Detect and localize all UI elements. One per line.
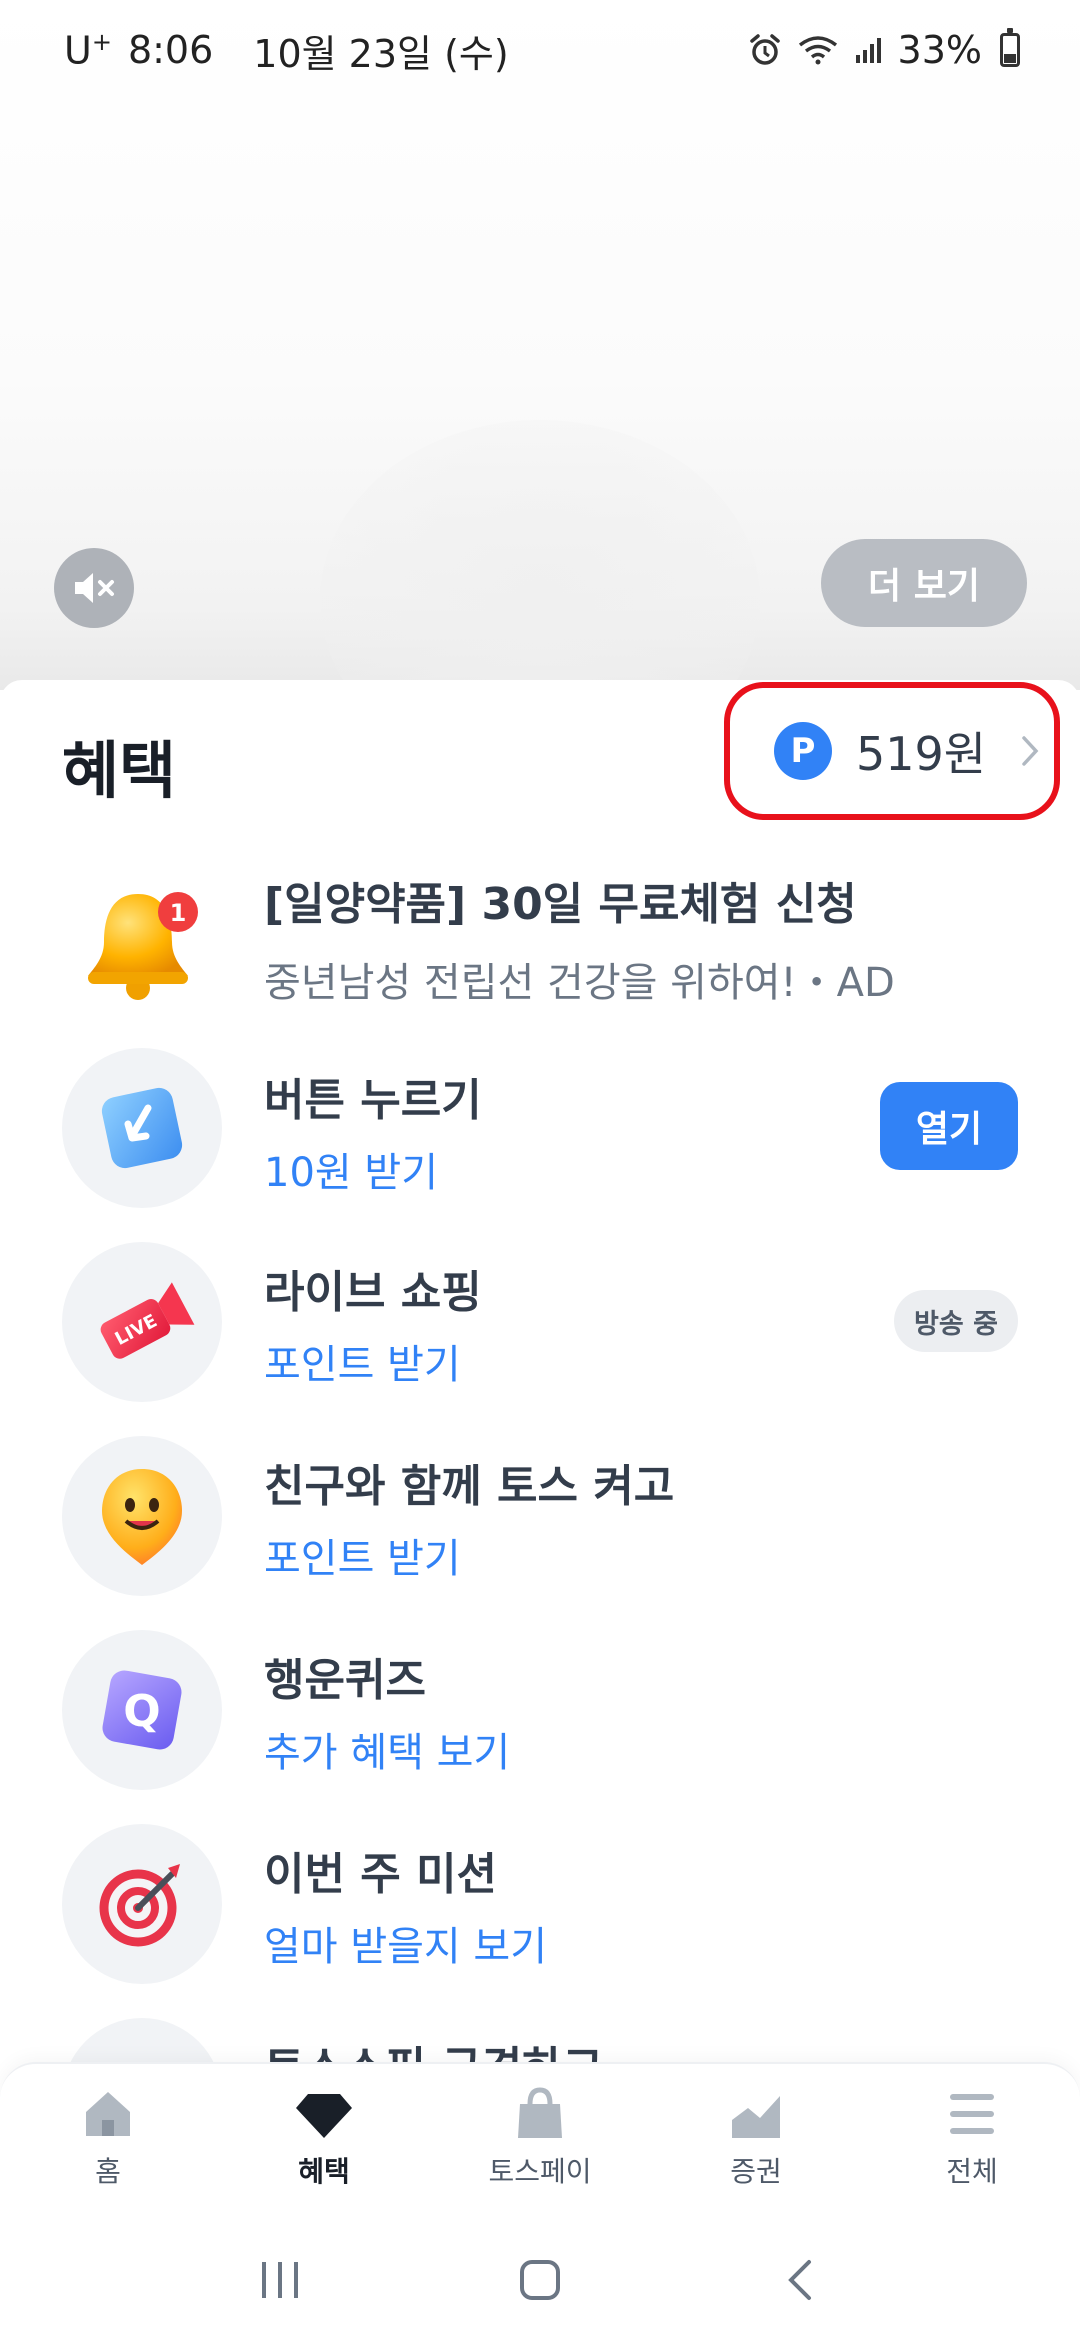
nav-label: 토스페이 — [488, 2155, 592, 2188]
item-subtitle: 10원 받기 — [264, 1150, 439, 1196]
live-status-badge: 방송 중 — [894, 1290, 1018, 1352]
status-date: 10월 23일 (수) — [253, 31, 509, 76]
wifi-icon — [796, 33, 840, 67]
icon-container — [62, 1436, 222, 1596]
live-shopping-icon: LIVE — [100, 1282, 195, 1359]
nav-label: 혜택 — [298, 2155, 350, 2188]
item-title: 이번 주 미션 — [264, 1849, 498, 1900]
battery-percent: 33% — [897, 28, 982, 72]
recent-apps-icon — [262, 2262, 298, 2298]
icon-container: Q — [62, 1630, 222, 1790]
open-button[interactable]: 열기 — [880, 1082, 1018, 1170]
status-time: 8:06 — [127, 28, 214, 72]
hero-banner[interactable]: 더 보기 — [0, 0, 1080, 690]
nav-label: 홈 — [95, 2155, 121, 2188]
battery-icon — [1000, 28, 1020, 67]
press-button-icon — [101, 1087, 183, 1169]
item-title: 행운퀴즈 — [264, 1655, 426, 1706]
bell-icon: 1 — [78, 880, 208, 1010]
back-button[interactable] — [740, 2240, 860, 2320]
alarm-icon — [748, 33, 782, 67]
recent-apps-button[interactable] — [220, 2240, 340, 2320]
bottom-navigation: 홈 혜택 토스페이 증권 전체 — [0, 2062, 1080, 2220]
svg-text:Q: Q — [123, 1686, 160, 1737]
home-square-icon — [520, 2260, 560, 2300]
list-item-friend[interactable]: 친구와 함께 토스 켜고 포인트 받기 — [0, 1432, 1080, 1602]
page-title: 혜택 — [62, 734, 177, 807]
signal-icon — [854, 35, 884, 65]
nav-stocks[interactable]: 증권 — [666, 2086, 846, 2190]
icon-container: LIVE — [62, 1242, 222, 1402]
home-button[interactable] — [480, 2240, 600, 2320]
list-item-ad[interactable]: 1 [일양약품] 30일 무료체험 신청 중년남성 전립선 건강을 위하여!・A… — [0, 862, 1080, 1032]
speaker-muted-icon — [75, 573, 114, 603]
nav-benefits[interactable]: 혜택 — [234, 2086, 414, 2190]
item-title: 버튼 누르기 — [264, 1075, 482, 1126]
icon-container — [62, 1048, 222, 1208]
target-icon — [99, 1864, 180, 1947]
item-subtitle: 포인트 받기 — [264, 1342, 461, 1388]
notification-count: 1 — [170, 899, 187, 927]
status-bar: U+ 8:06 10월 23일 (수) 33% — [0, 0, 1080, 100]
nav-tosspay[interactable]: 토스페이 — [450, 2086, 630, 2190]
item-subtitle: 포인트 받기 — [264, 1536, 461, 1582]
item-subtitle: 중년남성 전립선 건강을 위하여!・AD — [264, 960, 895, 1006]
quiz-icon: Q — [102, 1670, 182, 1750]
nav-label: 전체 — [946, 2155, 998, 2188]
smiley-icon — [102, 1469, 182, 1565]
chevron-right-icon — [1022, 736, 1039, 766]
gem-icon — [296, 2094, 352, 2138]
more-button[interactable]: 더 보기 — [821, 539, 1027, 627]
points-icon: P — [774, 722, 832, 780]
menu-icon — [950, 2094, 994, 2134]
carrier-label: U+ — [64, 27, 112, 73]
list-item-quiz[interactable]: Q 행운퀴즈 추가 혜택 보기 — [0, 1626, 1080, 1796]
item-subtitle: 추가 혜택 보기 — [264, 1730, 511, 1776]
chart-icon — [732, 2096, 780, 2138]
nav-home[interactable]: 홈 — [18, 2086, 198, 2190]
mute-button[interactable] — [54, 548, 134, 628]
icon-container — [62, 1824, 222, 1984]
nav-all[interactable]: 전체 — [882, 2086, 1062, 2190]
points-button[interactable]: P 519원 — [724, 682, 1060, 820]
shopping-bag-icon — [518, 2087, 562, 2138]
hero-image — [320, 420, 760, 690]
home-icon — [86, 2092, 130, 2136]
list-item-live-shopping[interactable]: LIVE 라이브 쇼핑 포인트 받기 방송 중 — [0, 1238, 1080, 1408]
list-item-press-button[interactable]: 버튼 누르기 10원 받기 열기 — [0, 1044, 1080, 1214]
back-chevron-icon — [788, 2260, 811, 2300]
nav-label: 증권 — [730, 2155, 782, 2188]
points-amount: 519원 — [856, 727, 987, 781]
system-navigation-bar — [0, 2220, 1080, 2340]
item-title: 친구와 함께 토스 켜고 — [264, 1461, 675, 1512]
item-title: [일양약품] 30일 무료체험 신청 — [264, 879, 857, 930]
list-item-weekly-mission[interactable]: 이번 주 미션 얼마 받을지 보기 — [0, 1820, 1080, 1990]
item-title: 라이브 쇼핑 — [264, 1267, 482, 1318]
item-subtitle: 얼마 받을지 보기 — [264, 1924, 548, 1970]
